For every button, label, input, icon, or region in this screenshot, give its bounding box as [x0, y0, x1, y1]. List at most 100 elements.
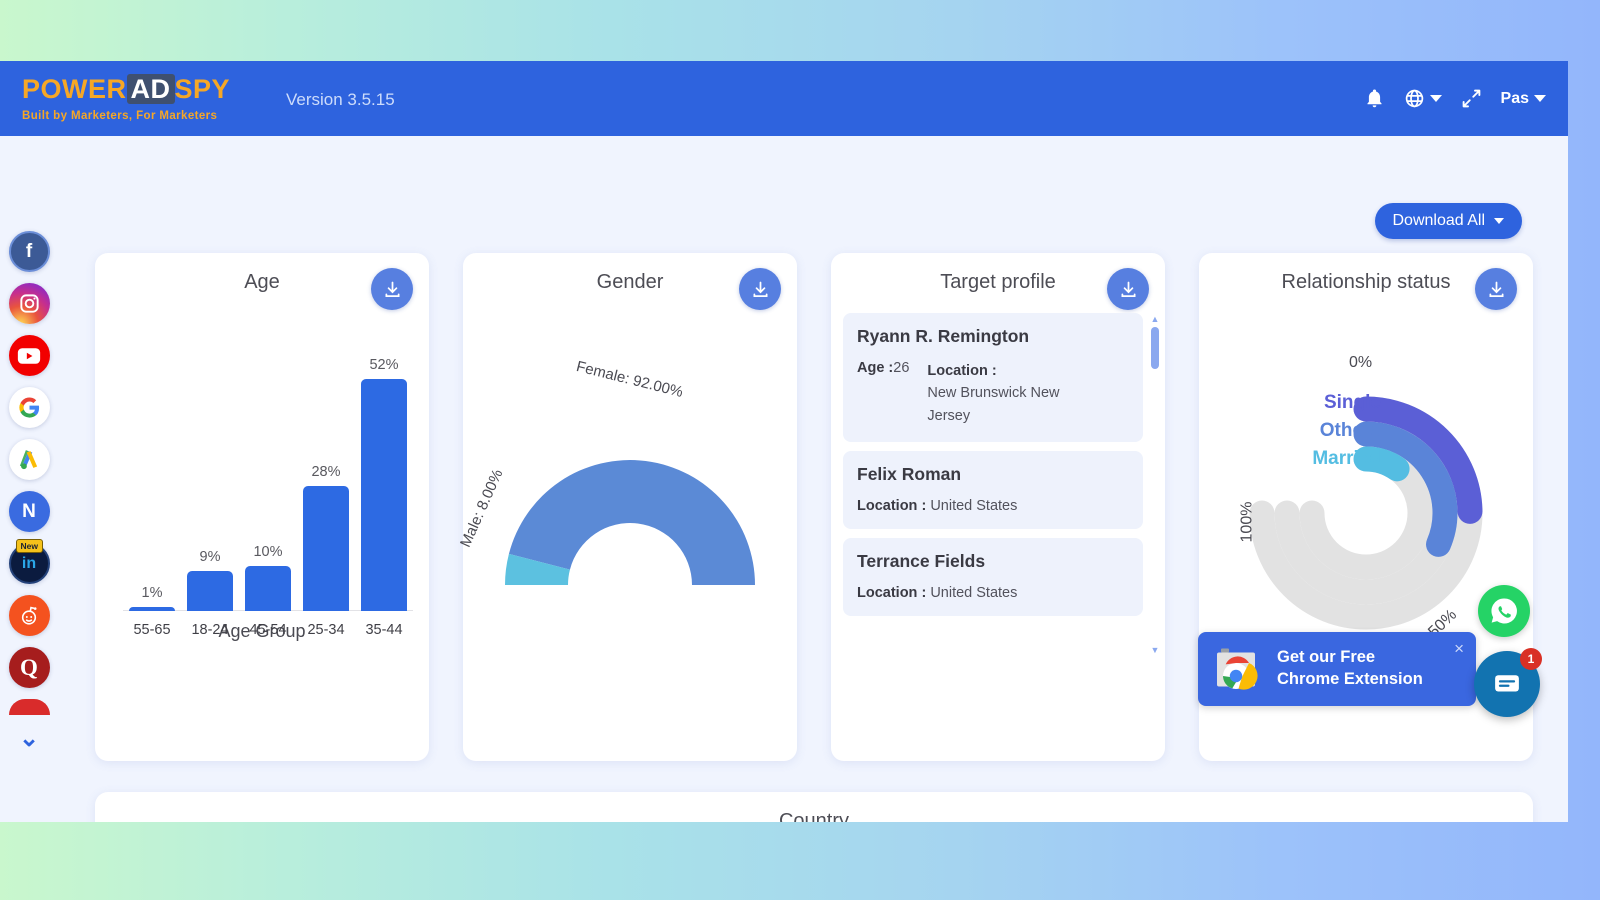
- sidebar-item-reddit[interactable]: [8, 595, 50, 636]
- list-item[interactable]: Terrance Fields Location : United States: [843, 538, 1143, 617]
- scroll-down-arrow-icon[interactable]: ▼: [1151, 646, 1160, 655]
- relationship-radial-chart: Single Others Married 0% 50% 100%: [1199, 313, 1533, 683]
- sidebar-item-partial[interactable]: [8, 699, 50, 715]
- chat-unread-badge: 1: [1520, 648, 1542, 670]
- chat-support-button[interactable]: 1: [1474, 648, 1542, 717]
- age-chart-card: Age Age Group 1% 55-65 9% 18-24 10% 45-54 28% 2…: [95, 253, 429, 761]
- sidebar-item-native[interactable]: N: [8, 491, 50, 532]
- bar-column-55-65[interactable]: 1%: [129, 585, 175, 611]
- gender-download-button[interactable]: [739, 268, 781, 310]
- user-name-label: Pas: [1500, 89, 1529, 107]
- location-value: New Brunswick New Jersey: [927, 385, 1060, 424]
- location-key: Location :: [927, 363, 997, 379]
- notifications-button[interactable]: [1364, 88, 1385, 109]
- sidebar-item-google[interactable]: [8, 387, 50, 428]
- scrollbar-thumb[interactable]: [1151, 327, 1159, 369]
- location-key: Location :: [857, 585, 927, 602]
- legend-others: Others: [1319, 420, 1381, 441]
- bar-value-label: 10%: [253, 544, 283, 561]
- chrome-banner-line2: Chrome Extension: [1277, 670, 1423, 688]
- logo-text-power: POWER: [22, 74, 127, 105]
- bar-column-35-44[interactable]: 52%: [361, 357, 407, 611]
- logo-text-ad: AD: [126, 74, 175, 105]
- target-profile-list[interactable]: Ryann R. Remington Age :26 Location : Ne…: [843, 313, 1143, 658]
- relationship-download-button[interactable]: [1475, 268, 1517, 310]
- target-profile-card: Target profile Ryann R. Remington Age :2…: [831, 253, 1165, 761]
- profile-location: Location : United States: [857, 585, 1017, 601]
- list-item[interactable]: Felix Roman Location : United States: [843, 451, 1143, 530]
- new-badge: New: [15, 539, 43, 553]
- location-value: United States: [930, 585, 1018, 602]
- bar-value-label: 52%: [369, 357, 399, 373]
- youtube-icon: [17, 347, 41, 364]
- location-value: United States: [930, 498, 1018, 515]
- sidebar-item-quora[interactable]: Q: [8, 647, 50, 688]
- bar-category-label: 35-44: [365, 622, 403, 638]
- bell-icon: [1367, 89, 1382, 108]
- sidebar-expand-chevron-icon[interactable]: ⌄: [19, 727, 39, 751]
- chrome-store-icon: [1217, 648, 1258, 690]
- country-card-title: Country: [778, 810, 850, 822]
- sidebar-item-facebook[interactable]: f: [8, 231, 50, 272]
- profile-age: Age :26: [857, 360, 909, 427]
- age-download-button[interactable]: [371, 268, 413, 310]
- chrome-extension-banner[interactable]: Get our Free Chrome Extension ×: [1198, 632, 1476, 706]
- chat-icon: [1495, 675, 1519, 692]
- bar-rect[interactable]: [245, 566, 291, 611]
- whatsapp-button[interactable]: [1478, 585, 1530, 637]
- profile-name: Felix Roman: [857, 464, 962, 485]
- bar-column-18-24[interactable]: 9%: [187, 549, 233, 611]
- sidebar-item-youtube[interactable]: [8, 335, 50, 376]
- app-window: POWER AD SPY Built by Marketers, For Marke…: [0, 61, 1568, 822]
- app-logo[interactable]: POWER AD SPY Built by Marketers, For Marke…: [22, 74, 272, 122]
- chevron-down-icon: [1429, 95, 1442, 102]
- user-menu[interactable]: Pas: [1501, 90, 1546, 108]
- reddit-icon: [21, 606, 37, 625]
- platform-sidebar: f N New in Q ⌄: [0, 136, 58, 822]
- google-icon: [18, 397, 39, 418]
- logo-text-spy: SPY: [174, 74, 231, 105]
- native-icon: N: [22, 500, 36, 522]
- language-selector[interactable]: [1404, 88, 1442, 109]
- bar-rect[interactable]: [361, 379, 407, 611]
- sidebar-item-google-ads[interactable]: [8, 439, 50, 480]
- age-bar-chart: Age Group 1% 55-65 9% 18-24 10% 45-54 28% 25-34…: [111, 349, 413, 641]
- bar-rect[interactable]: [187, 570, 233, 611]
- profile-name: Terrance Fields: [857, 551, 986, 572]
- expand-icon: [1462, 89, 1480, 108]
- bar-column-25-34[interactable]: 28%: [303, 464, 349, 611]
- google-ads-icon: [19, 450, 37, 470]
- fullscreen-button[interactable]: [1461, 88, 1482, 109]
- download-all-button[interactable]: Download All: [1374, 203, 1522, 239]
- top-bar-actions: Pas: [1364, 88, 1546, 109]
- close-icon[interactable]: ×: [1454, 639, 1464, 659]
- bar-column-45-54[interactable]: 10%: [245, 544, 291, 611]
- target-download-button[interactable]: [1107, 268, 1149, 310]
- version-label: Version 3.5.15: [286, 89, 395, 109]
- bar-category-label: 25-34: [307, 622, 345, 638]
- globe-icon: [1405, 89, 1423, 108]
- radial-tick-100: 100%: [1238, 501, 1256, 543]
- download-icon: [1489, 281, 1503, 297]
- facebook-icon: f: [25, 240, 33, 262]
- whatsapp-icon: [1491, 598, 1517, 624]
- country-chart-card: Country: [95, 792, 1533, 822]
- list-item[interactable]: Ryann R. Remington Age :26 Location : Ne…: [843, 313, 1143, 443]
- bar-value-label: 1%: [141, 584, 163, 601]
- sidebar-item-linkedin[interactable]: New in: [8, 539, 50, 584]
- quora-icon: Q: [20, 654, 38, 680]
- profile-location: Location : United States: [857, 498, 1017, 514]
- chrome-banner-text: Get our Free Chrome Extension: [1277, 647, 1423, 691]
- instagram-icon: [19, 294, 39, 313]
- target-profile-scrollbar[interactable]: ▲ ▼: [1149, 315, 1161, 655]
- location-key: Location :: [857, 498, 927, 515]
- bar-category-label: 45-54: [249, 622, 287, 638]
- download-icon: [385, 281, 399, 297]
- bar-rect[interactable]: [303, 486, 349, 611]
- bar-rect[interactable]: [129, 606, 175, 611]
- legend-single: Single: [1323, 392, 1381, 413]
- profile-location: Location : New Brunswick New Jersey: [927, 360, 1092, 427]
- chrome-banner-line1: Get our Free: [1277, 648, 1376, 667]
- scroll-up-arrow-icon[interactable]: ▲: [1151, 315, 1160, 324]
- sidebar-item-instagram[interactable]: [8, 283, 50, 324]
